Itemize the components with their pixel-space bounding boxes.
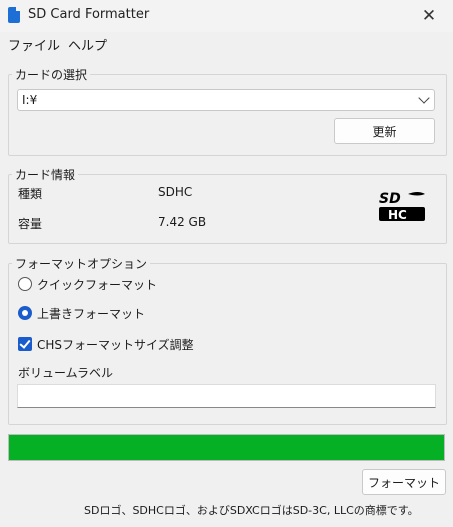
sdhc-logo-icon: SD HC [379, 191, 425, 222]
close-button[interactable]: ✕ [413, 4, 445, 28]
type-label: 種類 [18, 187, 43, 201]
drive-select-value: I:¥ [22, 93, 38, 107]
format-options-legend: フォーマットオプション [15, 257, 148, 271]
quick-format-label[interactable]: クイックフォーマット [37, 276, 157, 293]
overwrite-format-label[interactable]: 上書きフォーマット [37, 305, 145, 322]
drive-select[interactable]: I:¥ [17, 89, 435, 111]
format-button[interactable]: フォーマット [362, 469, 446, 495]
svg-text:SD: SD [379, 191, 401, 207]
volume-label-input[interactable] [17, 384, 436, 408]
checkmark-icon [19, 337, 31, 349]
menu-file[interactable]: ファイル [8, 35, 60, 54]
refresh-button[interactable]: 更新 [334, 118, 435, 144]
trademark-note: SDロゴ、SDHCロゴ、およびSDXCロゴはSD-3C, LLCの商標です。 [84, 504, 419, 517]
card-info-legend: カード情報 [15, 168, 76, 182]
capacity-value: 7.42 GB [158, 215, 207, 229]
capacity-label: 容量 [18, 217, 43, 231]
chevron-down-icon [418, 92, 430, 104]
title-bar: SD Card Formatter ✕ [0, 0, 453, 32]
card-select-legend: カードの選択 [15, 68, 88, 82]
svg-text:HC: HC [388, 208, 407, 222]
progress-fill [9, 435, 444, 460]
chs-adjust-checkbox[interactable] [18, 337, 32, 351]
window-title: SD Card Formatter [28, 7, 150, 22]
sd-card-icon [8, 7, 20, 23]
menu-bar: ファイル ヘルプ [0, 32, 453, 56]
quick-format-radio[interactable] [18, 277, 32, 291]
progress-bar [8, 434, 445, 461]
menu-help[interactable]: ヘルプ [68, 35, 107, 54]
chs-adjust-label[interactable]: CHSフォーマットサイズ調整 [37, 336, 194, 353]
overwrite-format-radio[interactable] [18, 306, 32, 320]
volume-label-caption: ボリュームラベル [18, 366, 114, 380]
type-value: SDHC [158, 185, 193, 199]
